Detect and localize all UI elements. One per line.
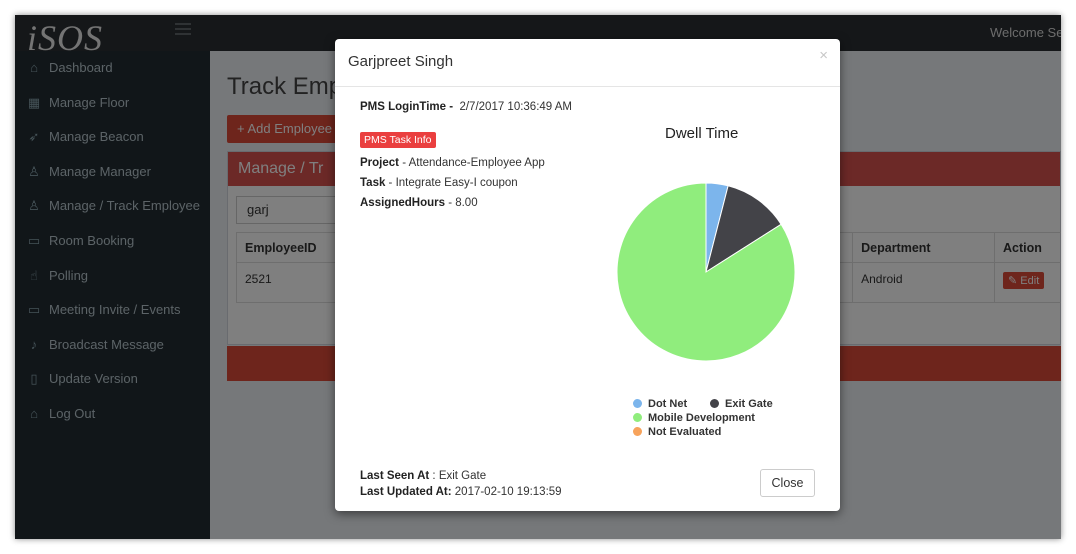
legend-item-not-evaluated[interactable]: Not Evaluated <box>633 426 721 438</box>
modal-header: Garjpreet Singh × <box>335 39 840 87</box>
legend-item-dot-net[interactable]: Dot Net <box>633 398 687 410</box>
legend-label: Mobile Development <box>648 412 755 424</box>
legend-label: Dot Net <box>648 398 688 410</box>
assigned-hours-value: - 8.00 <box>445 197 478 209</box>
legend-swatch <box>710 399 719 408</box>
task-value: - Integrate Easy-I coupon <box>385 177 518 189</box>
last-seen-label: Last Seen At <box>360 470 430 482</box>
legend-item-mobile-development[interactable]: Mobile Development <box>633 412 755 424</box>
legend-label: Not Evaluated <box>648 426 722 438</box>
modal-title: Garjpreet Singh <box>348 53 454 70</box>
project-label: Project <box>360 157 399 169</box>
project-info: Project - Attendance-Employee App <box>360 157 545 169</box>
assigned-hours: AssignedHours - 8.00 <box>360 197 478 209</box>
login-time-value: 2/7/2017 10:36:49 AM <box>459 101 573 113</box>
close-icon[interactable]: × <box>819 47 828 64</box>
last-seen: Last Seen At : Exit Gate <box>360 470 486 482</box>
assigned-hours-label: AssignedHours <box>360 197 445 209</box>
login-time: PMS LoginTime - 2/7/2017 10:36:49 AM <box>360 101 572 113</box>
last-updated-label: Last Updated At: <box>360 486 452 498</box>
legend-swatch <box>633 399 642 408</box>
last-seen-value: : Exit Gate <box>429 470 487 482</box>
task-info-badge: PMS Task Info <box>360 132 436 148</box>
task-info: Task - Integrate Easy-I coupon <box>360 177 518 189</box>
employee-detail-modal: Garjpreet Singh × PMS LoginTime - 2/7/20… <box>335 39 840 511</box>
legend-swatch <box>633 413 642 422</box>
dwell-time-pie-chart <box>616 182 796 362</box>
last-updated-value: 2017-02-10 19:13:59 <box>451 486 562 498</box>
legend-item-exit-gate[interactable]: Exit Gate <box>710 398 773 410</box>
task-label: Task <box>360 177 386 189</box>
login-time-label: PMS LoginTime - <box>360 101 454 113</box>
project-value: - Attendance-Employee App <box>399 157 545 169</box>
app-window: iSOS Welcome Sea ⌂Dashboard▦Manage Floor… <box>15 15 1061 539</box>
legend-label: Exit Gate <box>725 398 773 410</box>
close-button[interactable]: Close <box>760 469 815 497</box>
legend-swatch <box>633 427 642 436</box>
chart-title: Dwell Time <box>665 125 739 142</box>
last-updated: Last Updated At: 2017-02-10 19:13:59 <box>360 486 562 498</box>
